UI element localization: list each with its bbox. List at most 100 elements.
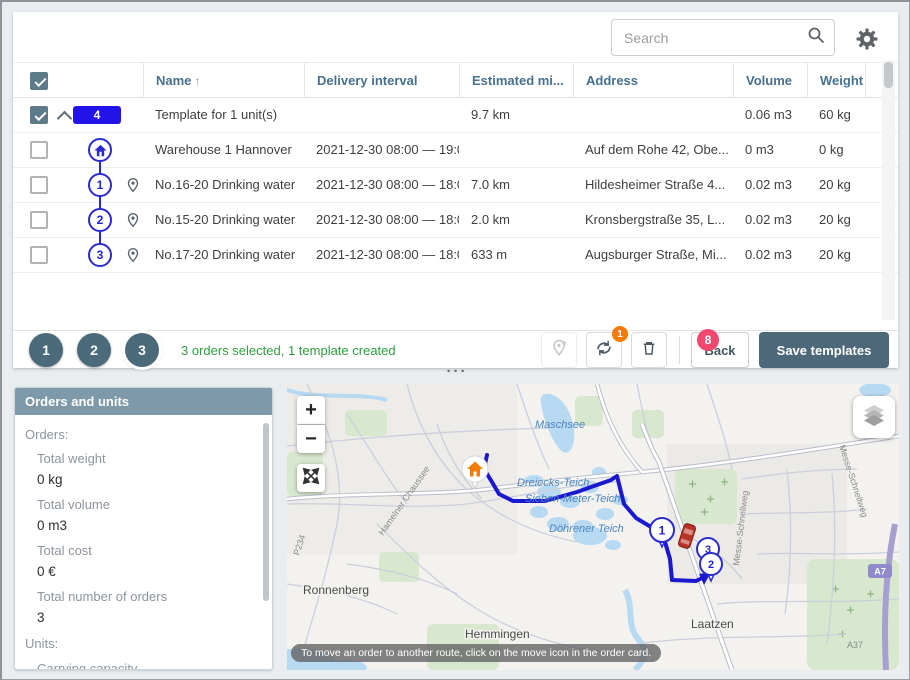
svg-text:2: 2 — [708, 559, 714, 571]
column-header-name[interactable]: Name↑ — [143, 63, 304, 98]
expand-icon — [302, 467, 320, 490]
map-canvas: 1 3 2 Maschsee Dreiecks-Teich Sieben-Met… — [287, 384, 899, 670]
table-row-warehouse[interactable]: Warehouse 1 Hannover 2021-12-30 08:00 — … — [13, 133, 898, 168]
town-label: Laatzen — [691, 617, 734, 631]
table-row-order[interactable]: 1 No.16-20 Drinking water 2021-12-30 08:… — [13, 168, 898, 203]
column-header-estimated-mileage[interactable]: Estimated mi... — [459, 63, 573, 98]
map-fullscreen-button[interactable] — [297, 464, 325, 492]
table-header: Name↑ Delivery interval Estimated mi... … — [13, 62, 898, 98]
header-select-cell — [13, 63, 143, 98]
svg-text:A7: A7 — [874, 567, 886, 577]
cell-volume: 0.06 m3 — [733, 98, 807, 132]
cell-volume: 0.02 m3 — [733, 168, 807, 202]
cell-interval: 2021-12-30 08:00 — 18:00 — [304, 203, 459, 237]
panel-body: Orders: Total weight 0 kg Total volume 0… — [15, 415, 272, 669]
move-to-route-button[interactable]: 1 — [586, 332, 622, 368]
summary-item-label: Total weight — [37, 451, 106, 466]
toolbar-divider — [679, 336, 680, 364]
water-label: Döhrener Teich — [549, 523, 624, 535]
step-1-button[interactable]: 1 — [29, 333, 63, 367]
cell-name: Template for 1 unit(s) — [143, 98, 304, 132]
stop-number-badge: 1 — [88, 173, 112, 197]
cell-name: No.15-20 Drinking water — [143, 203, 304, 237]
orders-section-label: Orders: — [25, 427, 68, 442]
splitter-handle[interactable]: ··· — [434, 368, 480, 380]
svg-text:1: 1 — [659, 524, 666, 538]
panel-title: Orders and units — [15, 388, 272, 415]
route-connector-line — [99, 149, 101, 251]
cell-volume: 0 m3 — [733, 133, 807, 167]
cell-estimated: 9.7 km — [459, 98, 573, 132]
search-box — [611, 19, 835, 56]
sync-icon — [594, 338, 614, 363]
stop-number-badge: 3 — [88, 243, 112, 267]
town-label: Ronnenberg — [303, 583, 369, 597]
search-input[interactable] — [622, 29, 807, 47]
town-label: Hemmingen — [465, 627, 530, 641]
table-scrollbar-thumb[interactable] — [884, 62, 893, 88]
units-section-label: Units: — [25, 636, 58, 651]
column-header-address[interactable]: Address — [573, 63, 733, 98]
row-checkbox[interactable] — [30, 106, 48, 124]
assign-location-button — [541, 332, 577, 368]
cell-interval: 2021-12-30 08:00 — 18:00 — [304, 238, 459, 272]
sort-asc-icon: ↑ — [194, 74, 200, 88]
row-checkbox[interactable] — [30, 176, 48, 194]
summary-item-value: 0 m3 — [37, 518, 67, 533]
cell-weight: 0 kg — [807, 133, 865, 167]
cell-estimated: 2.0 km — [459, 203, 573, 237]
column-header-weight[interactable]: Weight — [807, 63, 865, 98]
table-row-template[interactable]: 4 Template for 1 unit(s) 9.7 km 0.06 m3 … — [13, 98, 898, 133]
save-templates-button[interactable]: Save templates — [759, 332, 889, 368]
add-location-icon — [549, 338, 569, 363]
cell-address: Augsburger Straße, Mi... — [573, 238, 733, 272]
collapse-chevron-icon[interactable] — [57, 111, 73, 127]
cell-weight: 60 kg — [807, 98, 865, 132]
water-label: Dreiecks-Teich — [517, 477, 589, 489]
route-map[interactable]: 1 3 2 Maschsee Dreiecks-Teich Sieben-Met… — [287, 384, 899, 670]
search-icon[interactable] — [807, 26, 825, 49]
stop-number-badge: 2 — [88, 208, 112, 232]
cell-address: Kronsbergstraße 35, L... — [573, 203, 733, 237]
cell-interval: 2021-12-30 08:00 — 19:00 — [304, 133, 459, 167]
cell-name: No.16-20 Drinking water — [143, 168, 304, 202]
select-all-checkbox[interactable] — [30, 72, 48, 90]
cell-name: No.17-20 Drinking water — [143, 238, 304, 272]
column-header-delivery-interval[interactable]: Delivery interval — [304, 63, 459, 98]
cell-weight: 20 kg — [807, 238, 865, 272]
cell-interval: 2021-12-30 08:00 — 18:00 — [304, 168, 459, 202]
step-3-button[interactable]: 3 — [125, 333, 159, 367]
trash-icon — [640, 339, 658, 362]
column-header-volume[interactable]: Volume — [733, 63, 807, 98]
map-zoom-out-button[interactable]: − — [297, 425, 325, 453]
orders-table-card: Name↑ Delivery interval Estimated mi... … — [13, 12, 898, 368]
step-2-button[interactable]: 2 — [77, 333, 111, 367]
settings-gear-icon[interactable] — [854, 26, 880, 52]
row-checkbox[interactable] — [30, 246, 48, 264]
delete-button[interactable] — [631, 332, 667, 368]
table-row-order[interactable]: 2 No.15-20 Drinking water 2021-12-30 08:… — [13, 203, 898, 238]
panel-scrollbar-thumb[interactable] — [263, 423, 269, 601]
map-zoom-in-button[interactable]: + — [297, 396, 325, 424]
cell-address: Hildesheimer Straße 4... — [573, 168, 733, 202]
location-pin-icon — [125, 212, 141, 228]
table-scrollbar-track[interactable] — [882, 60, 895, 320]
summary-item-value: 0 € — [37, 564, 56, 579]
cell-volume: 0.02 m3 — [733, 238, 807, 272]
cell-name: Warehouse 1 Hannover — [143, 133, 304, 167]
cell-weight: 20 kg — [807, 203, 865, 237]
table-row-order[interactable]: 3 No.17-20 Drinking water 2021-12-30 08:… — [13, 238, 898, 273]
warehouse-home-icon — [88, 138, 112, 162]
water-label: Maschsee — [535, 419, 585, 431]
cell-estimated: 7.0 km — [459, 168, 573, 202]
summary-item-label: Total cost — [37, 543, 92, 558]
route-planner-screen: { "topbar": { "search_placeholder": "Sea… — [0, 0, 910, 680]
row-checkbox[interactable] — [30, 141, 48, 159]
summary-item-label: Total volume — [37, 497, 110, 512]
water-label: Sieben-Meter-Teich — [525, 493, 620, 505]
summary-item-label: Total number of orders — [37, 589, 167, 604]
map-layers-button[interactable] — [853, 396, 895, 438]
summary-item-value: 3 — [37, 610, 45, 625]
location-pin-icon — [125, 247, 141, 263]
row-checkbox[interactable] — [30, 211, 48, 229]
